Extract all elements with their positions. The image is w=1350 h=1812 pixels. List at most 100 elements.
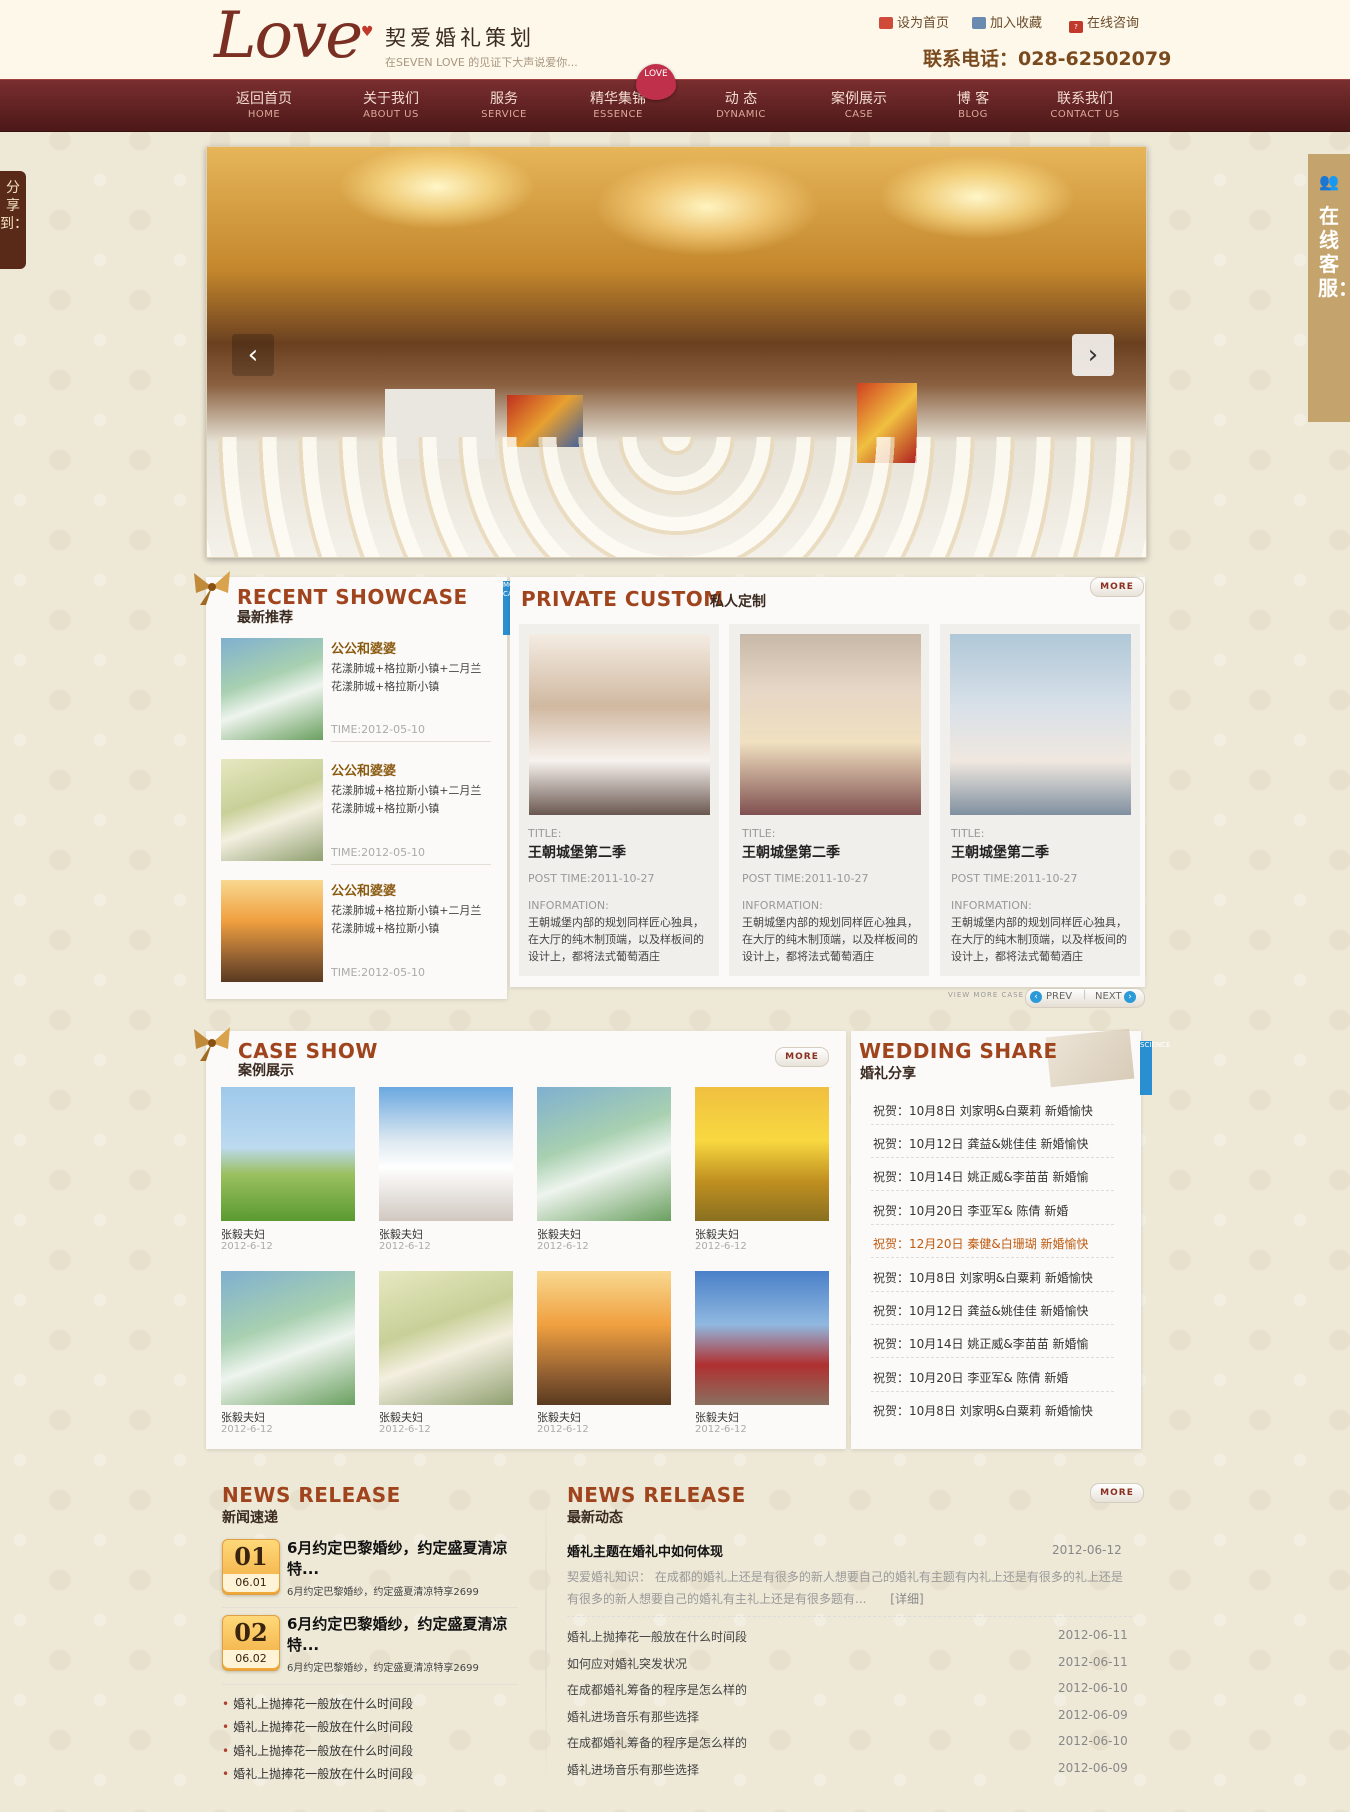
news-feature-desc: 6月约定巴黎婚纱，约定盛夏清凉特享2699: [287, 1663, 479, 1674]
card-title-label: TITLE:: [528, 827, 562, 840]
case-name[interactable]: 张毅夫妇: [537, 1226, 581, 1242]
detail-link[interactable]: [详细]: [890, 1592, 923, 1606]
card-post-time: POST TIME:2011-10-27: [742, 872, 869, 885]
card-title[interactable]: 王朝城堡第二季: [742, 842, 840, 862]
card-info-label: INFORMATION:: [528, 899, 609, 912]
news-list-item[interactable]: • 婚礼上抛捧花一般放在什么时间段: [222, 1718, 413, 1735]
card-title[interactable]: 王朝城堡第二季: [951, 842, 1049, 862]
next-button[interactable]: NEXT: [1095, 991, 1122, 1002]
news-list-item[interactable]: • 婚礼上抛捧花一般放在什么时间段: [222, 1695, 413, 1712]
lead-news-title[interactable]: 婚礼主题在婚礼中如何体现: [567, 1541, 723, 1560]
column-divider: [545, 1480, 547, 1790]
news-list-item[interactable]: 在成都婚礼筹备的程序是怎么样的: [567, 1734, 747, 1751]
news-list-item[interactable]: 在成都婚礼筹备的程序是怎么样的: [567, 1681, 747, 1698]
share-item[interactable]: 祝贺：10月12日 龚益&姚佳佳 新婚愉快: [873, 1135, 1089, 1152]
showcase-thumbnail[interactable]: [221, 759, 323, 861]
card-info: 王朝城堡内部的规划同样匠心独具，在大厅的纯木制顶端，以及样板间的设计上，都将法式…: [528, 916, 704, 963]
case-name[interactable]: 张毅夫妇: [221, 1409, 265, 1425]
nav-dynamic[interactable]: 动 态 DYNAMIC: [686, 90, 796, 122]
nav-case[interactable]: 案例展示 CASE: [804, 90, 914, 122]
case-photo[interactable]: [537, 1087, 671, 1221]
divider: [871, 1324, 1114, 1325]
banner-tables-graphic: [207, 437, 1146, 557]
showcase-thumbnail[interactable]: [221, 880, 323, 982]
share-tab[interactable]: 分享到：: [0, 171, 28, 269]
more-button[interactable]: MORE: [1090, 577, 1144, 597]
bullet-icon: •: [222, 1744, 230, 1758]
chevron-right-icon[interactable]: ›: [1124, 991, 1136, 1003]
logo-slogan: 在SEVEN LOVE 的见证下大声说爱你...: [385, 56, 578, 69]
share-item[interactable]: 祝贺：10月8日 刘家明&白粟莉 新婚愉快: [873, 1269, 1093, 1286]
case-photo[interactable]: [537, 1271, 671, 1405]
case-name[interactable]: 张毅夫妇: [537, 1409, 581, 1425]
science-tab[interactable]: SCIENCE: [1140, 1041, 1170, 1095]
more-button[interactable]: MORE: [775, 1047, 829, 1067]
case-date: 2012-6-12: [379, 1241, 431, 1252]
case-photo[interactable]: [379, 1087, 513, 1221]
showcase-desc: 花漾肺城+格拉斯小镇: [331, 680, 440, 693]
section-title-cn: 私人定制: [710, 594, 766, 610]
nav-service[interactable]: 服务 SERVICE: [449, 90, 559, 122]
banner-prev-arrow[interactable]: ‹: [232, 334, 274, 376]
case-name[interactable]: 张毅夫妇: [695, 1409, 739, 1425]
news-list-item[interactable]: 婚礼进场音乐有那些选择: [567, 1708, 699, 1725]
nav-blog[interactable]: 博 客 BLOG: [918, 90, 1028, 122]
showcase-desc: 花漾肺城+格拉斯小镇: [331, 802, 440, 815]
divider: [871, 1257, 1114, 1258]
nav-home[interactable]: 返回首页 HOME: [209, 90, 319, 122]
section-title-cn: 新闻速递: [222, 1510, 278, 1526]
news-date: 2012-06-10: [1058, 1681, 1128, 1695]
custom-photo[interactable]: [529, 634, 710, 815]
heart-icon: ♥: [361, 24, 374, 40]
view-more-case-link[interactable]: VIEW MORE CASE: [948, 991, 1024, 999]
news-feature-title[interactable]: 6月约定巴黎婚纱，约定盛夏清凉特...: [287, 1538, 522, 1580]
showcase-title[interactable]: 公公和婆婆: [331, 880, 396, 899]
share-item[interactable]: 祝贺：10月14日 姚正威&李苗苗 新婚愉: [873, 1168, 1089, 1185]
custom-photo[interactable]: [950, 634, 1131, 815]
chevron-left-icon[interactable]: ‹: [1030, 991, 1042, 1003]
share-item[interactable]: 祝贺：10月20日 李亚军& 陈倩 新婚: [873, 1369, 1068, 1386]
news-list-item[interactable]: 婚礼上抛捧花一般放在什么时间段: [567, 1628, 747, 1645]
nav-about[interactable]: 关于我们 ABOUT US: [336, 90, 446, 122]
banner-next-arrow[interactable]: ›: [1072, 334, 1114, 376]
bullet-icon: •: [222, 1720, 230, 1734]
case-name[interactable]: 张毅夫妇: [695, 1226, 739, 1242]
showcase-time: TIME:2012-05-10: [331, 846, 426, 859]
nav-contact[interactable]: 联系我们 CONTACT US: [1030, 90, 1140, 122]
logo-chinese: 契爱婚礼策划: [385, 26, 535, 50]
case-photo[interactable]: [221, 1087, 355, 1221]
share-item[interactable]: 祝贺：10月12日 龚益&姚佳佳 新婚愉快: [873, 1302, 1089, 1319]
showcase-title[interactable]: 公公和婆婆: [331, 638, 396, 657]
showcase-thumbnail[interactable]: [221, 638, 323, 740]
share-item[interactable]: 祝贺：10月20日 李亚军& 陈倩 新婚: [873, 1202, 1068, 1219]
custom-photo[interactable]: [740, 634, 921, 815]
news-list-item[interactable]: 如何应对婚礼突发状况: [567, 1655, 687, 1672]
card-title[interactable]: 王朝城堡第二季: [528, 842, 626, 862]
prev-button[interactable]: PREV: [1046, 991, 1072, 1002]
online-consult-link[interactable]: ? 在线咨询: [1069, 12, 1139, 33]
news-list-item[interactable]: 婚礼进场音乐有那些选择: [567, 1761, 699, 1778]
share-item[interactable]: 祝贺：10月14日 姚正威&李苗苗 新婚愉: [873, 1335, 1089, 1352]
logo-script[interactable]: Love: [214, 0, 363, 72]
news-list-item[interactable]: • 婚礼上抛捧花一般放在什么时间段: [222, 1742, 413, 1759]
case-name[interactable]: 张毅夫妇: [379, 1226, 423, 1242]
add-favorite-link[interactable]: 加入收藏: [972, 12, 1042, 31]
case-name[interactable]: 张毅夫妇: [221, 1226, 265, 1242]
section-title-en: WEDDING SHARE: [859, 1039, 1058, 1063]
case-photo[interactable]: [695, 1087, 829, 1221]
case-name[interactable]: 张毅夫妇: [379, 1409, 423, 1425]
share-item[interactable]: 祝贺：10月8日 刘家明&白粟莉 新婚愉快: [873, 1402, 1093, 1419]
showcase-title[interactable]: 公公和婆婆: [331, 760, 396, 779]
news-feature-title[interactable]: 6月约定巴黎婚纱，约定盛夏清凉特...: [287, 1614, 522, 1656]
case-photo[interactable]: [221, 1271, 355, 1405]
bullet-icon: •: [222, 1767, 230, 1781]
case-photo[interactable]: [379, 1271, 513, 1405]
news-list-item[interactable]: • 婚礼上抛捧花一般放在什么时间段: [222, 1765, 413, 1782]
share-item-highlighted[interactable]: 祝贺：12月20日 秦健&白珊瑚 新婚愉快: [873, 1235, 1089, 1252]
set-homepage-link[interactable]: 设为首页: [879, 12, 949, 31]
online-service-tab[interactable]: 👥 在线客服：: [1308, 154, 1350, 422]
case-photo[interactable]: [695, 1271, 829, 1405]
share-item[interactable]: 祝贺：10月8日 刘家明&白粟莉 新婚愉快: [873, 1102, 1093, 1119]
more-button[interactable]: MORE: [1090, 1483, 1144, 1503]
divider: [871, 1190, 1114, 1191]
